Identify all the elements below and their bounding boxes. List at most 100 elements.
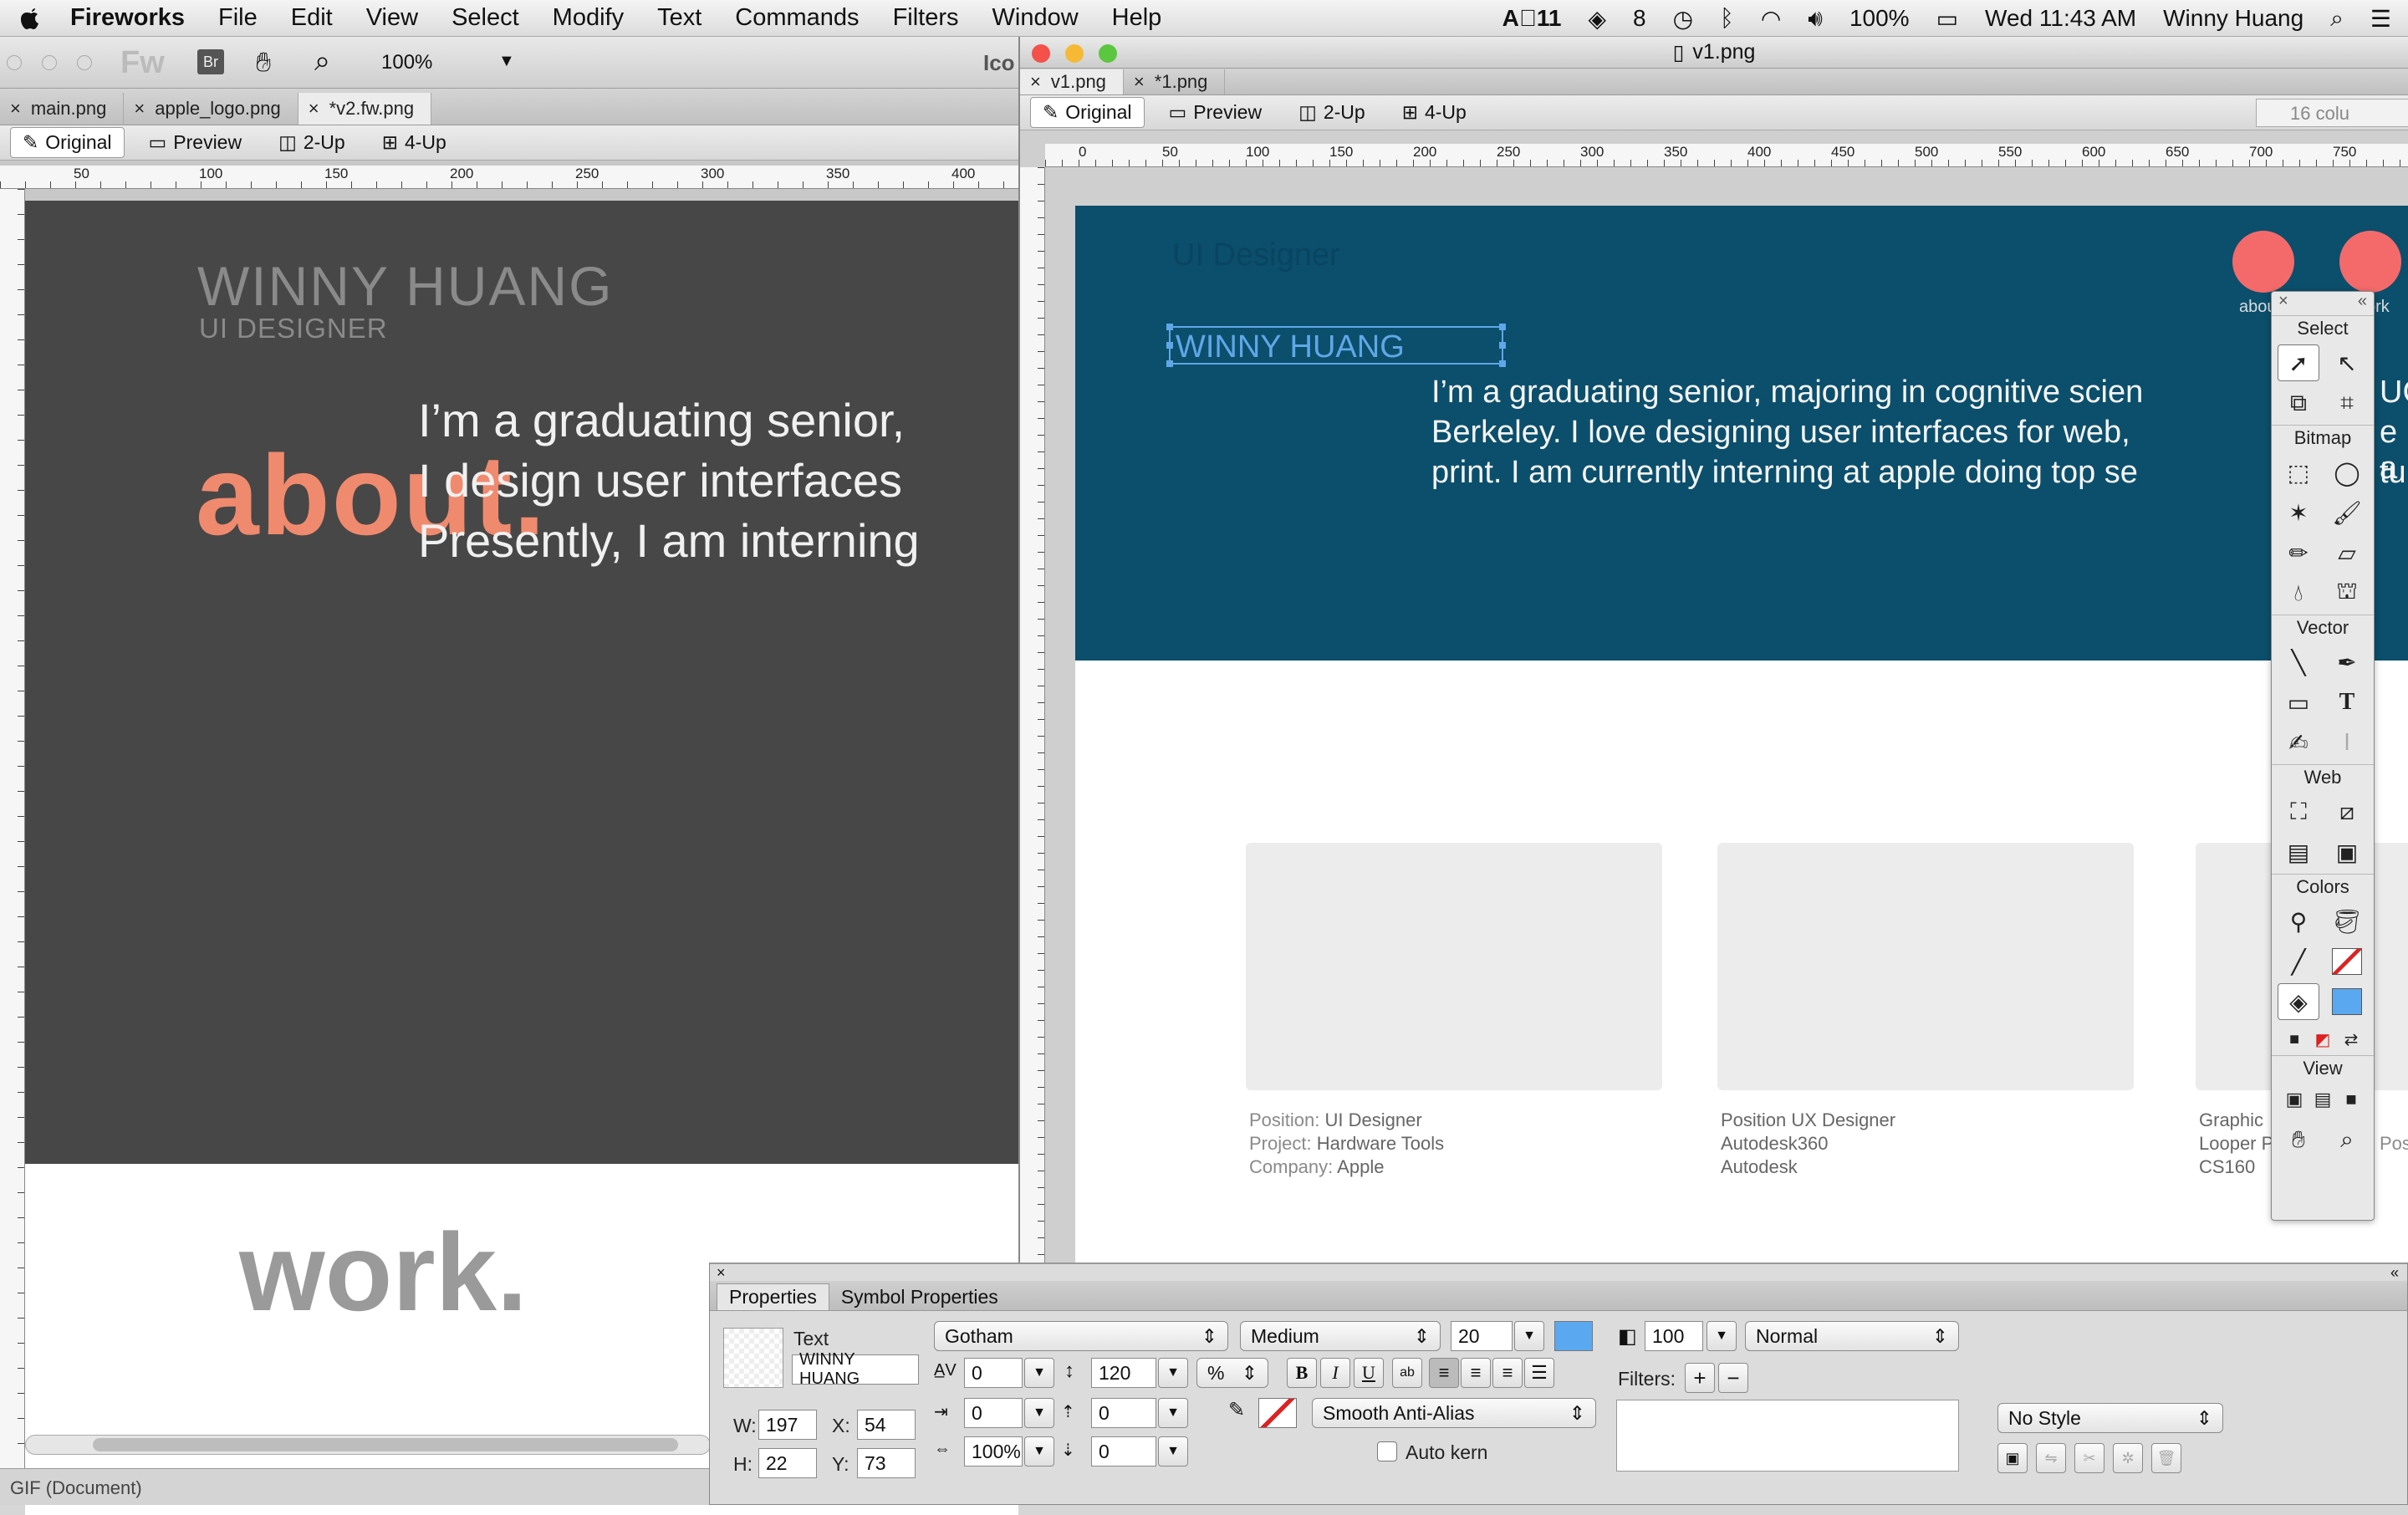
close-icon[interactable]: × [2278, 292, 2288, 315]
fill-color-icon[interactable]: ◈ [2278, 983, 2319, 1020]
opacity-dropdown-icon[interactable]: ▼ [1707, 1321, 1737, 1351]
full-screen-menus-icon[interactable]: ▤ [2310, 1084, 2335, 1115]
underline-button[interactable]: U [1354, 1358, 1384, 1388]
height-input[interactable]: 22 [758, 1448, 817, 1478]
wifi-icon[interactable]: ◠ [1761, 5, 1781, 33]
close-icon[interactable]: × [717, 1264, 726, 1282]
align-left-icon[interactable]: ≡ [1429, 1358, 1459, 1388]
crop-tool-icon[interactable]: ⌗ [2326, 385, 2368, 421]
doc-tab-main[interactable]: × main.png [0, 93, 125, 125]
no-color-icon[interactable]: ◩ [2310, 1027, 2335, 1052]
magic-wand-icon[interactable]: ✶ [2278, 494, 2319, 531]
menu-view[interactable]: View [366, 4, 418, 32]
doc-tab-apple-logo[interactable]: × apple_logo.png [124, 93, 298, 125]
fill-color-swatch[interactable] [2326, 983, 2368, 1020]
hand-tool-icon[interactable]: ✋︎ [2278, 1121, 2319, 1158]
horizontal-scale-dropdown-icon[interactable]: ▼ [1024, 1436, 1054, 1467]
bold-button[interactable]: B [1287, 1358, 1317, 1388]
text-tool-icon[interactable]: T [2326, 684, 2368, 721]
selection-handle[interactable] [1499, 360, 1506, 367]
hotspot-tool-icon[interactable]: ⛶ [2278, 793, 2319, 830]
left-canvas[interactable]: WINNY HUANG UI DESIGNER about. I’m a gra… [25, 201, 1018, 1252]
object-name-input[interactable]: WINNY HUANG [792, 1350, 919, 1388]
font-size-dropdown-icon[interactable]: ▼ [1514, 1321, 1544, 1351]
selection-handle[interactable] [1166, 324, 1173, 330]
horizontal-scrollbar[interactable] [25, 1435, 711, 1455]
menu-modify[interactable]: Modify [553, 4, 624, 32]
space-after-dropdown-icon[interactable]: ▼ [1158, 1436, 1188, 1467]
indent-dropdown-icon[interactable]: ▼ [1024, 1398, 1054, 1428]
remove-filter-button[interactable]: − [1718, 1363, 1748, 1393]
close-button[interactable] [1032, 44, 1050, 63]
menu-file[interactable]: File [218, 4, 258, 32]
nav-circle-about[interactable] [2232, 231, 2294, 293]
x-input[interactable]: 54 [857, 1410, 916, 1440]
stroke-none-swatch[interactable] [2326, 943, 2368, 980]
leading-input[interactable]: 120 [1091, 1358, 1156, 1388]
menu-commands[interactable]: Commands [735, 4, 859, 32]
kerning-dropdown-icon[interactable]: ▼ [1024, 1358, 1054, 1388]
align-right-icon[interactable]: ≡ [1492, 1358, 1523, 1388]
break-link-icon[interactable]: ✂ [2074, 1443, 2104, 1473]
subselect-tool-icon[interactable]: ↖ [2326, 344, 2368, 381]
zoom-tool-icon[interactable]: ⌕ [2326, 1121, 2368, 1158]
minimize-light[interactable] [42, 55, 57, 70]
new-style-icon[interactable]: ▣ [1997, 1443, 2028, 1473]
filters-list[interactable] [1616, 1400, 1959, 1472]
redefine-style-icon[interactable]: ⇋ [2036, 1443, 2066, 1473]
space-before-dropdown-icon[interactable]: ▼ [1158, 1398, 1188, 1428]
auto-kern-checkbox[interactable] [1377, 1441, 1397, 1461]
clock[interactable]: Wed 11:43 AM [1985, 5, 2136, 32]
indent-input[interactable]: 0 [964, 1398, 1023, 1428]
mode-4up[interactable]: ⊞ 4-Up [370, 127, 459, 158]
zoom-light[interactable] [77, 55, 92, 70]
right-canvas[interactable]: UI Designer WINNY HUANG abou ork I’m a g… [1075, 206, 2408, 1301]
close-icon[interactable]: × [1134, 71, 1145, 93]
text-orientation-icon[interactable]: ab [1392, 1358, 1422, 1388]
full-screen-icon[interactable]: ■ [2339, 1084, 2364, 1115]
mode-4up[interactable]: ⊞ 4-Up [1390, 97, 1479, 128]
bridge-button[interactable]: Br [197, 49, 224, 74]
volume-icon[interactable]: 🔊︎ [1808, 5, 1823, 33]
horizontal-scale-input[interactable]: 100% [964, 1436, 1023, 1467]
font-size-input[interactable]: 20 [1451, 1321, 1513, 1351]
collapse-icon[interactable]: « [2390, 1264, 2399, 1282]
slice-tool-icon[interactable]: ⧄ [2326, 793, 2368, 830]
style-select[interactable]: No Style ⇕ [1997, 1403, 2223, 1433]
pencil-tool-icon[interactable]: ✏︎ [2278, 534, 2319, 571]
mode-original[interactable]: ✎ Original [10, 127, 125, 158]
close-icon[interactable]: × [1030, 71, 1041, 93]
close-icon[interactable]: × [10, 98, 21, 120]
bluetooth-icon[interactable]: ᛒ [1720, 5, 1734, 32]
font-menu-icon[interactable]: A⃒11 [1502, 5, 1562, 32]
hand-tool-icon[interactable]: ✋︎ [256, 47, 271, 79]
eyedropper-tool-icon[interactable]: ⚲ [2278, 903, 2319, 940]
collapse-icon[interactable]: « [2358, 292, 2367, 315]
document-format[interactable]: GIF (Document) [10, 1477, 142, 1499]
doc-tab-v2[interactable]: × *v2.fw.png [298, 93, 432, 125]
doc-tab-v1[interactable]: × v1.png [1020, 69, 1124, 94]
stamp-tool-icon[interactable]: ⛫ [2326, 574, 2368, 611]
minimize-button[interactable] [1065, 44, 1084, 63]
default-colors-icon[interactable]: ■ [2282, 1027, 2307, 1052]
width-input[interactable]: 197 [758, 1410, 817, 1440]
freeform-tool-icon[interactable]: ✍︎ [2278, 724, 2319, 761]
doc-tab-1[interactable]: × *1.png [1124, 69, 1226, 94]
brush-tool-icon[interactable]: 🖌︎ [2326, 494, 2368, 531]
project-card-2[interactable] [1717, 843, 2134, 1090]
pointer-tool-icon[interactable]: ➚ [2278, 344, 2319, 381]
close-icon[interactable]: × [309, 98, 319, 120]
font-family-select[interactable]: Gotham ⇕ [934, 1321, 1228, 1351]
menu-window[interactable]: Window [992, 4, 1079, 32]
text-color-swatch[interactable] [1554, 1321, 1593, 1351]
scrollbar-thumb[interactable] [93, 1438, 678, 1451]
battery-percent[interactable]: 100% [1849, 5, 1910, 32]
standard-screen-icon[interactable]: ▣ [2282, 1084, 2307, 1115]
kerning-input[interactable]: 0 [964, 1358, 1023, 1388]
show-slices-icon[interactable]: ▣ [2326, 834, 2368, 870]
paint-bucket-icon[interactable]: 🪣︎ [2326, 903, 2368, 940]
pen-tool-icon[interactable]: ✒︎ [2326, 644, 2368, 681]
swap-colors-icon[interactable]: ⇄ [2339, 1027, 2364, 1052]
dropbox-icon[interactable]: ◈ [1588, 5, 1606, 33]
close-light[interactable] [7, 55, 22, 70]
